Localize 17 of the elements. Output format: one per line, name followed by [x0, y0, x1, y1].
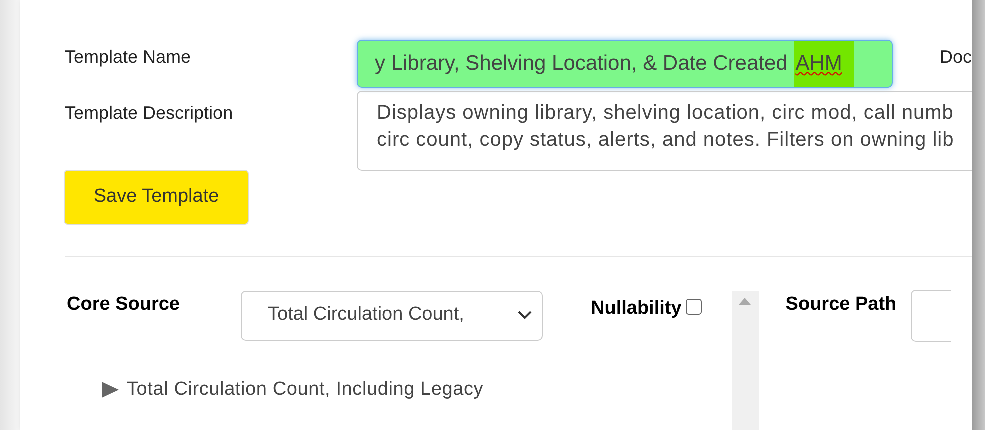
save-template-button[interactable]: Save Template: [64, 170, 249, 224]
tree-item[interactable]: Total Circulation Count, Including Legacy: [127, 376, 484, 404]
field-label: Template Description: [65, 103, 234, 123]
chevron-down-icon: [518, 311, 532, 320]
field-label: Core Source: [67, 294, 180, 314]
template-name-field[interactable]: y Library, Shelving Location, & Date Created AHM: [357, 40, 893, 88]
scroll-up-icon[interactable]: [739, 298, 752, 304]
template-description-field[interactable]: Displays owning library, shelving location, circ mod, call numb circ count, copy status, alerts, and notes. Filters on owning lib: [357, 91, 972, 171]
nullability-checkbox[interactable]: [686, 298, 702, 314]
source-path-field[interactable]: [910, 290, 951, 342]
scrollbar[interactable]: [732, 290, 759, 430]
field-label: Doc: [940, 47, 972, 67]
field-label: Template Name: [65, 47, 192, 67]
core-source-select[interactable]: Total Circulation Count,: [241, 290, 543, 340]
caret-right-icon[interactable]: [101, 382, 119, 398]
field-label: Source Path: [786, 294, 897, 314]
field-label: Nullability: [591, 296, 682, 320]
